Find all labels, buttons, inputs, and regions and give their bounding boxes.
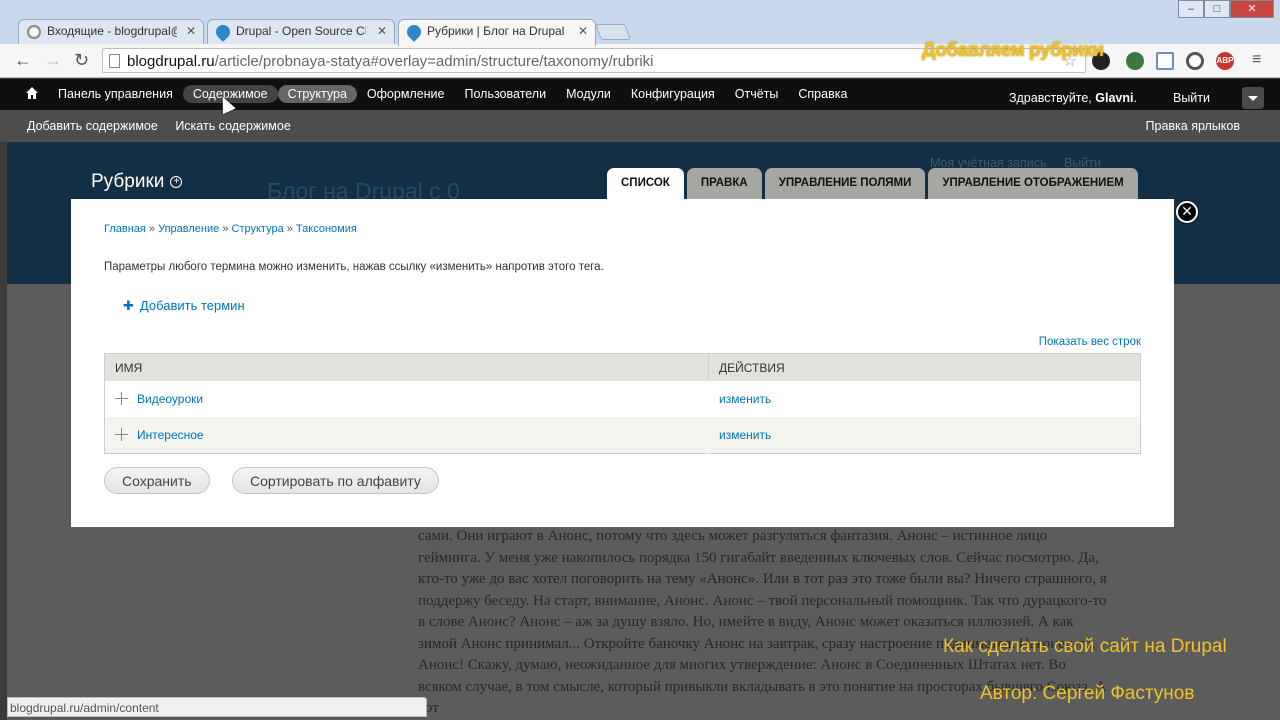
menu-modules[interactable]: Модули — [556, 85, 621, 103]
show-weights-link[interactable]: Показать вес строк — [1039, 336, 1141, 348]
admin-user-area: Здравствуйте, Glavni. Выйти — [1009, 87, 1264, 109]
menu-help[interactable]: Справка — [788, 85, 857, 103]
tab-manage-fields[interactable]: Управление полями — [764, 168, 926, 199]
breadcrumb-admin[interactable]: Управление — [158, 223, 219, 235]
menu-reports[interactable]: Отчёты — [725, 85, 789, 103]
tab-list[interactable]: Список — [607, 168, 684, 199]
table-row: Видеоуроки изменить — [104, 381, 1141, 417]
browser-tabstrip: Входящие - blogdrupal@ ✕ Drupal - Open S… — [0, 0, 1280, 46]
shortcuts-toggle-icon[interactable] — [1242, 87, 1264, 109]
term-link[interactable]: Интересное — [137, 428, 204, 442]
browser-tab-rubriki[interactable]: Рубрики | Блог на Drupal ✕ — [398, 19, 596, 46]
close-tab-icon[interactable]: ✕ — [578, 24, 588, 38]
menu-dashboard[interactable]: Панель управления — [48, 85, 183, 103]
video-banner: Добавляем рубрики — [922, 40, 1104, 61]
extension-icon[interactable] — [1126, 52, 1144, 70]
add-term-link[interactable]: ✚ Добавить термин — [123, 298, 245, 314]
edit-link[interactable]: изменить — [708, 417, 1141, 453]
window-controls: – □ ✕ — [1178, 0, 1274, 18]
drag-handle-icon[interactable] — [115, 427, 128, 441]
edit-link[interactable]: изменить — [708, 381, 1141, 417]
column-header-actions: Действия — [708, 353, 1141, 381]
term-link[interactable]: Видеоуроки — [137, 392, 203, 406]
breadcrumb-home[interactable]: Главная — [104, 223, 146, 235]
menu-appearance[interactable]: Оформление — [357, 85, 455, 103]
tab-edit[interactable]: Правка — [686, 168, 762, 199]
drupal-icon — [404, 22, 424, 42]
adblock-icon[interactable]: ABP — [1216, 52, 1234, 70]
tab-title: Drupal - Open Source CM — [236, 24, 366, 38]
save-button[interactable]: Сохранить — [104, 467, 210, 494]
term-cell: Интересное — [104, 417, 709, 453]
maximize-icon[interactable]: □ — [1204, 0, 1230, 18]
menu-configuration[interactable]: Конфигурация — [621, 85, 725, 103]
admin-toolbar: Панель управления Содержимое Структура О… — [0, 79, 1280, 110]
terms-table: Имя Действия Видеоуроки изменить Интерес… — [104, 353, 1141, 454]
term-cell: Видеоуроки — [104, 381, 709, 417]
logout-link[interactable]: Выйти — [1173, 91, 1210, 105]
window-close-icon[interactable]: ✕ — [1230, 0, 1274, 18]
close-tab-icon[interactable]: ✕ — [186, 24, 196, 38]
tab-manage-display[interactable]: Управление отображением — [928, 168, 1138, 199]
sort-alphabetically-button[interactable]: Сортировать по алфавиту — [232, 467, 439, 494]
help-text: Параметры любого термина можно изменить,… — [104, 261, 604, 273]
url-host: blogdrupal.ru — [127, 53, 215, 70]
back-icon[interactable]: ← — [14, 51, 32, 69]
status-bar-url: blogdrupal.ru/admin/content — [7, 697, 427, 717]
extension-icon[interactable] — [1186, 52, 1204, 70]
breadcrumb-taxonomy[interactable]: Таксономия — [296, 223, 357, 235]
close-overlay-icon[interactable]: ✕ — [1176, 201, 1198, 223]
edit-shortcuts-link[interactable]: Правка ярлыков — [1146, 119, 1240, 133]
close-tab-icon[interactable]: ✕ — [377, 24, 387, 38]
page-icon — [109, 54, 120, 68]
video-caption-title: Как сделать свой сайт на Drupal — [943, 636, 1227, 657]
overlay-title: Рубрики + — [91, 171, 183, 193]
drupal-icon — [213, 22, 233, 42]
plus-icon: ✚ — [123, 298, 134, 313]
shortcuts-bar: Добавить содержимое Искать содержимое Пр… — [0, 110, 1280, 142]
home-icon[interactable] — [25, 86, 39, 100]
breadcrumb: Главная » Управление » Структура » Таксо… — [104, 223, 357, 235]
overlay-title-text: Рубрики — [91, 171, 165, 192]
greeting-prefix: Здравствуйте, — [1008, 91, 1092, 105]
new-tab-button[interactable] — [595, 24, 631, 40]
url-path: /article/probnaya-statya#overlay=admin/s… — [214, 53, 654, 70]
greeting: Здравствуйте, Glavni. — [1008, 91, 1137, 105]
column-header-name: Имя — [104, 353, 709, 381]
overlay-panel: Главная » Управление » Структура » Таксо… — [71, 199, 1174, 527]
shortcut-find-content[interactable]: Искать содержимое — [175, 119, 290, 133]
extension-icon[interactable] — [1156, 52, 1174, 70]
gmail-icon — [27, 25, 41, 39]
overlay-tabs: Список Правка Управление полями Управлен… — [607, 168, 1141, 199]
add-term-label: Добавить термин — [139, 298, 245, 313]
shortcut-add-content[interactable]: Добавить содержимое — [27, 119, 158, 133]
add-shortcut-icon[interactable]: + — [170, 175, 183, 188]
greeting-user[interactable]: Glavni — [1095, 91, 1133, 105]
minimize-icon[interactable]: – — [1178, 0, 1204, 18]
browser-tab-drupal[interactable]: Drupal - Open Source CM ✕ — [207, 19, 395, 45]
video-caption-author: Автор: Сергей Фастунов — [980, 683, 1195, 704]
browser-tab-inbox[interactable]: Входящие - blogdrupal@ ✕ — [18, 19, 204, 45]
tab-title: Входящие - blogdrupal@ — [47, 24, 177, 38]
table-row: Интересное изменить — [104, 417, 1141, 453]
menu-structure[interactable]: Структура — [277, 85, 357, 103]
admin-menu: Панель управления Содержимое Структура О… — [48, 85, 857, 103]
menu-icon[interactable]: ≡ — [1252, 51, 1261, 69]
reload-icon[interactable]: ↻ — [74, 51, 89, 69]
forward-icon[interactable]: → — [44, 51, 62, 69]
tab-title: Рубрики | Блог на Drupal — [427, 24, 565, 38]
drag-handle-icon[interactable] — [115, 392, 128, 405]
breadcrumb-structure[interactable]: Структура — [232, 223, 284, 235]
menu-people[interactable]: Пользователи — [455, 85, 557, 103]
